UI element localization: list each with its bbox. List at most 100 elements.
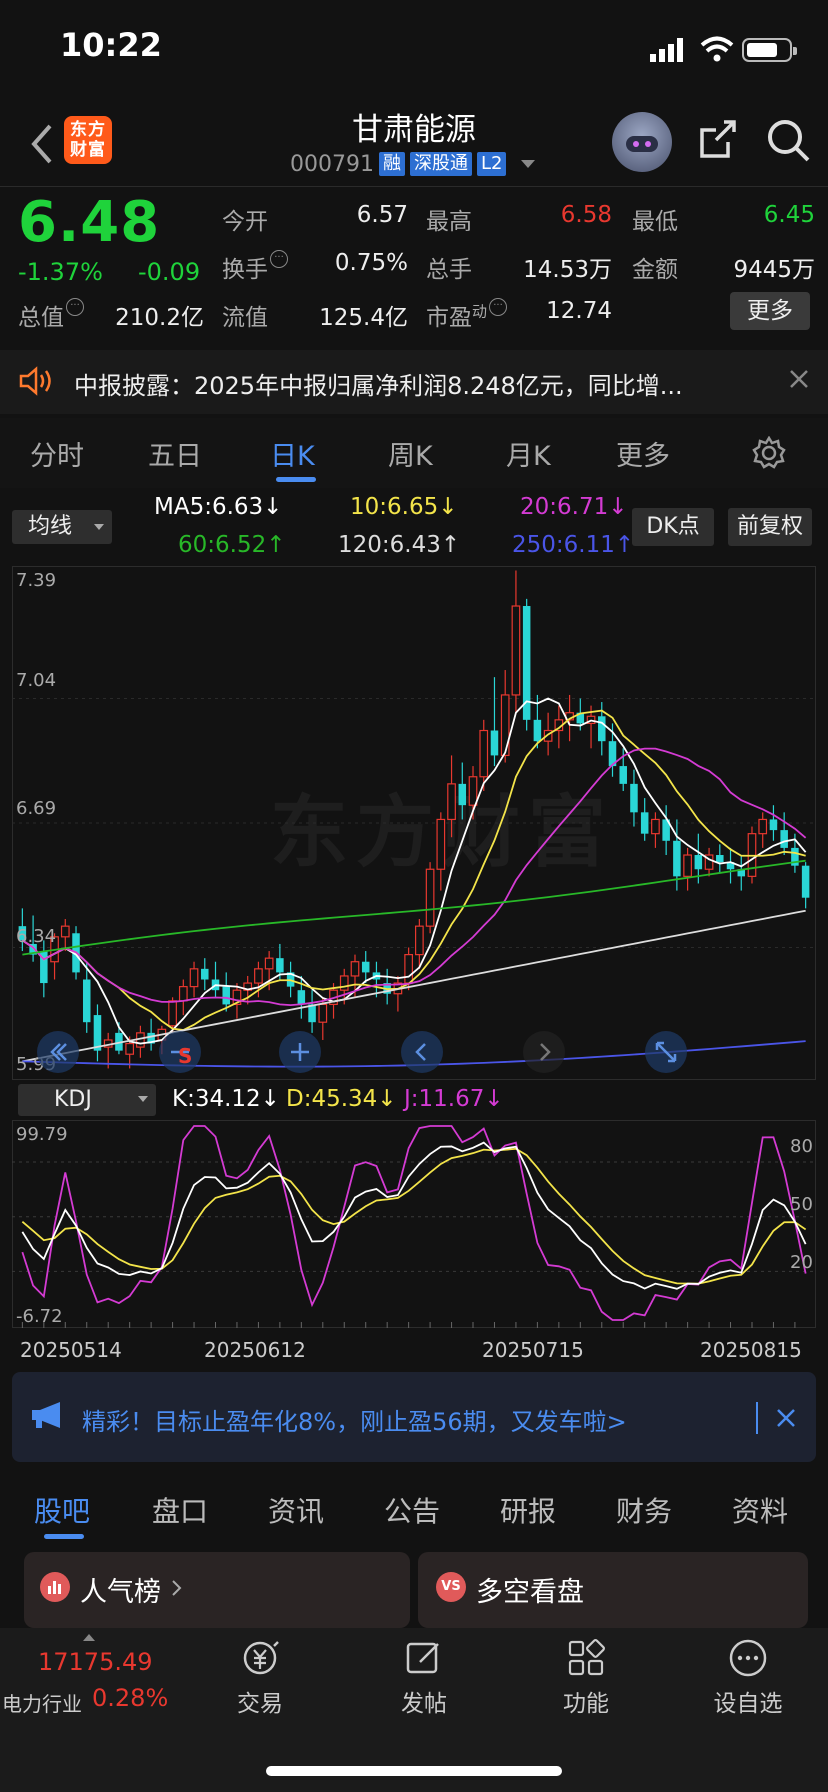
stock-code-row[interactable]: 000791 融 深股通 L2 [290, 150, 536, 178]
candle [436, 818, 446, 870]
turnover-label[interactable]: 换手 ··· [222, 250, 288, 284]
ma250-value: 250:6.11↑ [512, 532, 635, 558]
notice-text[interactable]: 中报披露：2025年中报归属净利润8.248亿元，同比增... [74, 366, 683, 401]
trade-icon[interactable] [238, 1638, 282, 1678]
tab-news[interactable]: 资讯 [268, 1490, 324, 1530]
tab-orderbook[interactable]: 盘口 [152, 1490, 208, 1530]
tag-l2: L2 [476, 152, 507, 176]
nav-functions[interactable]: 功能 [544, 1684, 628, 1718]
gear-icon[interactable] [752, 436, 786, 470]
kdj-j-line [21, 1125, 807, 1321]
low-value: 6.45 [763, 202, 815, 228]
tab-monthly-k[interactable]: 月K [506, 434, 551, 473]
tab-finance[interactable]: 财务 [616, 1490, 672, 1530]
candle [404, 954, 413, 984]
y-label-3: 6.69 [16, 798, 57, 819]
tab-profile[interactable]: 资料 [732, 1490, 788, 1530]
turnover-value: 0.75% [334, 250, 408, 276]
candle [598, 716, 606, 742]
scroll-right-icon[interactable] [522, 1030, 566, 1074]
kdj-level-50: 50 [790, 1194, 813, 1215]
tab-research[interactable]: 研报 [500, 1490, 556, 1530]
candle [82, 979, 91, 1023]
candle [500, 694, 510, 757]
kdj-k-value: K:34.12↓ [172, 1086, 280, 1112]
search-icon[interactable] [764, 116, 812, 164]
kdj-select[interactable]: KDJ [18, 1084, 156, 1116]
tab-daily-k[interactable]: 日K [270, 434, 315, 473]
tab-announcements[interactable]: 公告 [384, 1490, 440, 1530]
tab-weekly-k[interactable]: 周K [388, 434, 433, 473]
date-tick-1: 20250514 [20, 1338, 122, 1362]
candle [297, 990, 306, 1005]
candle [780, 830, 788, 848]
candle [318, 1003, 328, 1023]
market-cap-label-text: 总值 [18, 305, 64, 331]
ma5-value: MA5:6.63↓ [154, 494, 283, 520]
function-grid-icon[interactable] [566, 1638, 606, 1678]
candle [264, 957, 274, 970]
fullscreen-icon[interactable] [644, 1030, 688, 1074]
candle [640, 812, 649, 834]
zoom-in-icon[interactable] [278, 1030, 322, 1074]
divider [0, 186, 828, 187]
candle [201, 968, 209, 980]
kdj-d-value: D:45.34↓ [286, 1086, 397, 1112]
change-amount: -0.09 [138, 258, 201, 286]
share-icon[interactable] [698, 118, 738, 162]
candle [60, 925, 70, 938]
nav-add-watchlist[interactable]: 设自选 [700, 1684, 796, 1718]
candlestick-chart[interactable] [12, 566, 816, 1080]
candle [254, 968, 263, 984]
tab-more[interactable]: 更多 [616, 434, 670, 473]
nav-trade[interactable]: 交易 [218, 1684, 302, 1718]
tab-five-day[interactable]: 五日 [148, 434, 202, 473]
more-dots-icon[interactable] [726, 1638, 770, 1678]
compose-icon[interactable] [402, 1638, 446, 1678]
market-cap-label[interactable]: 总值 ··· [18, 298, 84, 332]
ma60-value: 60:6.52↑ [178, 532, 286, 558]
close-icon[interactable] [774, 1406, 798, 1430]
candle [339, 975, 349, 991]
candle [673, 840, 681, 877]
caret-up-icon [83, 1634, 95, 1641]
index-name[interactable]: 电力行业 [2, 1688, 82, 1717]
tab-intraday[interactable]: 分时 [30, 434, 84, 473]
candle [694, 855, 703, 870]
forward-adjust-button[interactable]: 前复权 [728, 508, 812, 546]
volume-label: 总手 [426, 257, 472, 283]
assistant-avatar-icon[interactable] [612, 112, 672, 172]
index-value[interactable]: 17175.49 [38, 1648, 153, 1676]
volume-value: 14.53万 [523, 257, 612, 283]
more-button[interactable]: 更多 [730, 292, 810, 330]
float-cap-value: 125.4亿 [319, 305, 408, 331]
kdj-y-top: 99.79 [16, 1124, 68, 1145]
pe-sup: 动 [472, 302, 488, 321]
kdj-level-80: 80 [790, 1136, 813, 1157]
float-cap-label: 流值 [222, 305, 268, 331]
change-percent: -1.37% [18, 258, 103, 286]
index-percent[interactable]: 0.28% [92, 1684, 168, 1712]
dk-point-button[interactable]: DK点 [632, 508, 714, 546]
date-tick-4: 20250815 [700, 1338, 802, 1362]
y-label-4: 6.34 [16, 926, 57, 947]
info-icon[interactable]: ··· [66, 298, 84, 316]
candle [511, 605, 521, 696]
scroll-left-far-icon[interactable] [36, 1030, 80, 1074]
tab-forum[interactable]: 股吧 [34, 1490, 90, 1530]
indicator-select[interactable]: 均线 [12, 510, 112, 544]
nav-post[interactable]: 发帖 [382, 1684, 466, 1718]
promo-text[interactable]: 精彩！目标止盈年化8%，刚止盈56期，又发车啦> [82, 1402, 627, 1437]
candle [189, 968, 199, 988]
current-price: 6.48 [18, 190, 161, 255]
pe-label[interactable]: 市盈动 ··· [426, 298, 508, 332]
candle [361, 961, 370, 973]
candle [801, 865, 810, 898]
kdj-chart[interactable] [12, 1120, 816, 1328]
close-icon[interactable] [786, 366, 812, 392]
candle [178, 986, 188, 1002]
candle [458, 783, 467, 806]
scroll-left-icon[interactable] [400, 1030, 444, 1074]
info-icon[interactable]: ··· [270, 250, 288, 268]
chevron-down-icon[interactable] [521, 160, 536, 168]
